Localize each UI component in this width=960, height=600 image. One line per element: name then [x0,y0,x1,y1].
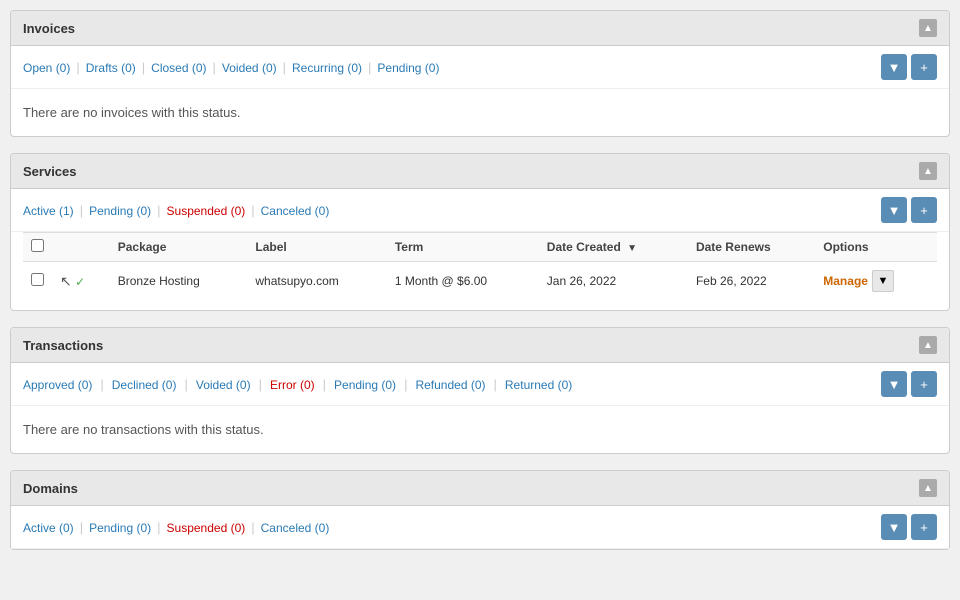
row-term: 1 Month @ $6.00 [387,262,539,301]
domains-tabs-row: Active (0) | Pending (0) | Suspended (0)… [11,506,949,549]
col-status [52,233,110,262]
service-tab-canceled[interactable]: Canceled (0) [261,203,330,218]
checkmark-icon: ✓ [75,275,85,289]
invoice-tab-drafts[interactable]: Drafts (0) [86,60,136,75]
row-date-created: Jan 26, 2022 [539,262,688,301]
services-section: Services ▲ Active (1) | Pending (0) | Su… [10,153,950,311]
services-table-container: Package Label Term Date Created ▼ Date R… [11,232,949,310]
manage-link[interactable]: Manage [823,274,868,288]
transactions-filter-button[interactable]: ▼ [881,371,907,397]
trans-tab-declined[interactable]: Declined (0) [112,377,177,392]
trans-tab-pending[interactable]: Pending (0) [334,377,396,392]
filter-icon: ▼ [888,520,901,535]
domains-title: Domains [23,481,78,496]
domain-tab-canceled[interactable]: Canceled (0) [261,520,330,535]
transactions-empty-message: There are no transactions with this stat… [11,406,949,453]
transactions-actions: ▼ + [881,371,937,397]
domains-collapse-button[interactable]: ▲ [919,479,937,497]
col-options: Options [815,233,937,262]
invoice-tab-open[interactable]: Open (0) [23,60,70,75]
invoices-header: Invoices ▲ [11,11,949,46]
invoices-collapse-button[interactable]: ▲ [919,19,937,37]
domains-header: Domains ▲ [11,471,949,506]
domain-tab-pending[interactable]: Pending (0) [89,520,151,535]
plus-icon: + [920,203,928,218]
invoices-filter-button[interactable]: ▼ [881,54,907,80]
row-label: whatsupyo.com [247,262,386,301]
row-checkbox-cell [23,262,52,301]
services-add-button[interactable]: + [911,197,937,223]
services-title: Services [23,164,77,179]
dropdown-arrow-icon: ▼ [878,275,889,287]
trans-tab-error[interactable]: Error (0) [270,377,315,392]
trans-tab-refunded[interactable]: Refunded (0) [415,377,485,392]
row-date-renews: Feb 26, 2022 [688,262,815,301]
col-package: Package [110,233,248,262]
col-label: Label [247,233,386,262]
services-table-header-row: Package Label Term Date Created ▼ Date R… [23,233,937,262]
transactions-header: Transactions ▲ [11,328,949,363]
collapse-icon: ▲ [923,483,933,494]
domain-tab-active[interactable]: Active (0) [23,520,74,535]
select-all-checkbox[interactable] [31,239,44,252]
invoices-actions: ▼ + [881,54,937,80]
trans-tab-returned[interactable]: Returned (0) [505,377,572,392]
invoices-add-button[interactable]: + [911,54,937,80]
trans-tab-approved[interactable]: Approved (0) [23,377,92,392]
collapse-icon: ▲ [923,23,933,34]
invoices-tabs-row: Open (0) | Drafts (0) | Closed (0) | Voi… [11,46,949,89]
invoices-empty-message: There are no invoices with this status. [11,89,949,136]
filter-icon: ▼ [888,203,901,218]
domains-add-button[interactable]: + [911,514,937,540]
sort-arrow-icon: ▼ [627,243,637,254]
trans-tab-voided[interactable]: Voided (0) [196,377,251,392]
services-tabs-row: Active (1) | Pending (0) | Suspended (0)… [11,189,949,232]
domains-filter-button[interactable]: ▼ [881,514,907,540]
collapse-icon: ▲ [923,340,933,351]
transactions-section: Transactions ▲ Approved (0) | Declined (… [10,327,950,454]
invoices-title: Invoices [23,21,75,36]
services-table: Package Label Term Date Created ▼ Date R… [23,232,937,300]
row-dropdown-button[interactable]: ▼ [872,270,894,292]
services-actions: ▼ + [881,197,937,223]
services-filter-button[interactable]: ▼ [881,197,907,223]
domains-actions: ▼ + [881,514,937,540]
domains-section: Domains ▲ Active (0) | Pending (0) | Sus… [10,470,950,550]
row-checkbox[interactable] [31,273,44,286]
transactions-add-button[interactable]: + [911,371,937,397]
invoices-section: Invoices ▲ Open (0) | Drafts (0) | Close… [10,10,950,137]
invoice-tab-voided[interactable]: Voided (0) [222,60,277,75]
row-package: Bronze Hosting [110,262,248,301]
services-header: Services ▲ [11,154,949,189]
transactions-collapse-button[interactable]: ▲ [919,336,937,354]
plus-icon: + [920,60,928,75]
invoice-tab-recurring[interactable]: Recurring (0) [292,60,362,75]
col-term: Term [387,233,539,262]
services-collapse-button[interactable]: ▲ [919,162,937,180]
table-row: ↖ ✓ Bronze Hosting whatsupyo.com 1 Month… [23,262,937,301]
transactions-title: Transactions [23,338,103,353]
filter-icon: ▼ [888,377,901,392]
service-tab-pending[interactable]: Pending (0) [89,203,151,218]
service-tab-suspended[interactable]: Suspended (0) [167,203,246,218]
transactions-tabs-row: Approved (0) | Declined (0) | Voided (0)… [11,363,949,406]
plus-icon: + [920,520,928,535]
col-date-renews: Date Renews [688,233,815,262]
domain-tab-suspended[interactable]: Suspended (0) [167,520,246,535]
service-tab-active[interactable]: Active (1) [23,203,74,218]
plus-icon: + [920,377,928,392]
invoice-tab-pending[interactable]: Pending (0) [377,60,439,75]
collapse-icon: ▲ [923,166,933,177]
col-date-created[interactable]: Date Created ▼ [539,233,688,262]
invoice-tab-closed[interactable]: Closed (0) [151,60,206,75]
cursor-icon: ↖ [60,273,72,289]
col-checkbox [23,233,52,262]
row-cursor-cell: ↖ ✓ [52,262,110,301]
filter-icon: ▼ [888,60,901,75]
row-options-cell: Manage ▼ [815,262,937,300]
